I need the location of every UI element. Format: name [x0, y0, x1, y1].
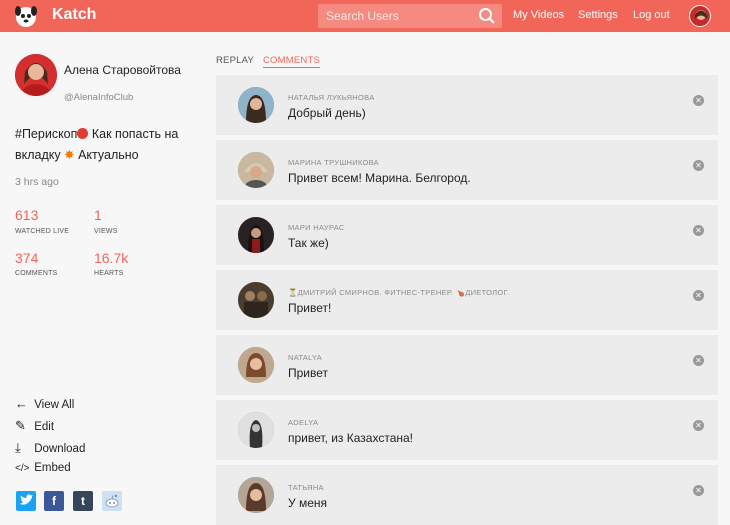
view-all-button[interactable]: ← View All: [15, 396, 74, 411]
embed-button[interactable]: </> Embed: [15, 462, 71, 474]
close-icon[interactable]: ✕: [693, 485, 704, 496]
search-box: [318, 4, 502, 28]
comment-text: Привет: [288, 366, 329, 380]
close-icon[interactable]: ✕: [693, 420, 704, 431]
commenter-name: NATALYA: [288, 353, 323, 362]
comment-text: привет, из Казахстана!: [288, 431, 414, 445]
commenter-name: ⏳ДМИТРИЙ СМИРНОВ. ФИТНЕС-ТРЕНЕР. 🍗ДИЕТОЛ…: [288, 288, 510, 297]
close-icon[interactable]: ✕: [693, 95, 704, 106]
download-button[interactable]: ⤓ Download: [15, 440, 85, 456]
download-label: Download: [34, 443, 86, 455]
stat-views-label: VIEWS: [94, 228, 118, 235]
broadcast-title-part3: Актуально: [74, 148, 139, 162]
commenter-name: ТАТЬЯНА: [288, 483, 324, 492]
profile-handle[interactable]: @AlenaInfoClub: [64, 92, 133, 103]
stat-comments-label: COMMENTS: [15, 270, 58, 277]
close-icon[interactable]: ✕: [693, 160, 704, 171]
comment-text: Привет!: [288, 301, 332, 315]
embed-label: Embed: [34, 462, 71, 474]
comment-text: Так же): [288, 236, 329, 250]
view-all-label: View All: [34, 399, 75, 411]
comment-item: МАРИНА ТРУШНИКОВА Привет всем! Марина. Б…: [216, 140, 718, 200]
code-icon: </>: [15, 463, 30, 474]
download-icon: ⤓: [15, 440, 21, 455]
top-bar: Katch My Videos Settings Log out: [0, 0, 730, 32]
comment-item: ТАТЬЯНА У меня ✕: [216, 465, 718, 525]
facebook-icon[interactable]: f: [44, 491, 64, 511]
comment-item: ADELYA привет, из Казахстана! ✕: [216, 400, 718, 460]
comment-text: Привет всем! Марина. Белгород.: [288, 171, 471, 185]
broadcast-title-part1: #Перископ: [15, 127, 78, 141]
explosion-icon: ✸: [64, 148, 75, 162]
broadcast-title: #Перископ Как попасть на вкладку ✸ Актуа…: [15, 124, 195, 166]
commenter-avatar[interactable]: [238, 152, 274, 188]
close-icon[interactable]: ✕: [693, 355, 704, 366]
commenter-avatar[interactable]: [238, 412, 274, 448]
search-icon[interactable]: [478, 7, 496, 25]
comment-item: ⏳ДМИТРИЙ СМИРНОВ. ФИТНЕС-ТРЕНЕР. 🍗ДИЕТОЛ…: [216, 270, 718, 330]
commenter-name: МАРИ НАУРАС: [288, 223, 345, 232]
profile-name: Алена Старовойтова: [64, 63, 181, 77]
reddit-icon[interactable]: [102, 491, 122, 511]
stat-views-value: 1: [94, 207, 102, 223]
comment-text: Добрый день): [288, 106, 366, 120]
commenter-avatar[interactable]: [238, 347, 274, 383]
nav-logout[interactable]: Log out: [633, 9, 670, 21]
close-icon[interactable]: ✕: [693, 290, 704, 301]
profile-avatar[interactable]: [15, 54, 57, 96]
nav-settings[interactable]: Settings: [578, 9, 618, 21]
edit-button[interactable]: ✎ Edit: [15, 418, 54, 434]
search-input[interactable]: [318, 4, 478, 28]
stat-hearts-value: 16.7k: [94, 250, 129, 266]
tab-replay[interactable]: REPLAY: [216, 55, 254, 66]
user-avatar[interactable]: [689, 5, 711, 27]
commenter-name: НАТАЛЬЯ ЛУКЬЯНОВА: [288, 93, 375, 102]
commenter-name: МАРИНА ТРУШНИКОВА: [288, 158, 379, 167]
twitter-icon[interactable]: [16, 491, 36, 511]
close-icon[interactable]: ✕: [693, 225, 704, 236]
tab-comments[interactable]: COMMENTS: [263, 55, 321, 68]
nav-my-videos[interactable]: My Videos: [513, 9, 564, 21]
comment-item: МАРИ НАУРАС Так же) ✕: [216, 205, 718, 265]
stat-watched-live-value: 613: [15, 207, 39, 223]
edit-label: Edit: [34, 421, 55, 433]
comment-text: У меня: [288, 496, 328, 510]
tumblr-icon[interactable]: t: [73, 491, 93, 511]
pencil-icon: ✎: [15, 418, 26, 433]
time-ago: 3 hrs ago: [15, 176, 59, 188]
commenter-name: ADELYA: [288, 418, 319, 427]
commenter-avatar[interactable]: [238, 87, 274, 123]
app-name[interactable]: Katch: [52, 6, 96, 24]
red-circle-icon: [77, 128, 89, 139]
commenter-avatar[interactable]: [238, 477, 274, 513]
stat-hearts-label: HEARTS: [94, 270, 124, 277]
comment-item: NATALYA Привет ✕: [216, 335, 718, 395]
stat-comments-value: 374: [15, 250, 39, 266]
stat-watched-live-label: WATCHED LIVE: [15, 228, 70, 235]
katch-logo-icon[interactable]: [14, 4, 38, 28]
arrow-left-icon: ←: [15, 396, 28, 411]
comment-item: НАТАЛЬЯ ЛУКЬЯНОВА Добрый день) ✕: [216, 75, 718, 135]
commenter-avatar[interactable]: [238, 217, 274, 253]
commenter-avatar[interactable]: [238, 282, 274, 318]
